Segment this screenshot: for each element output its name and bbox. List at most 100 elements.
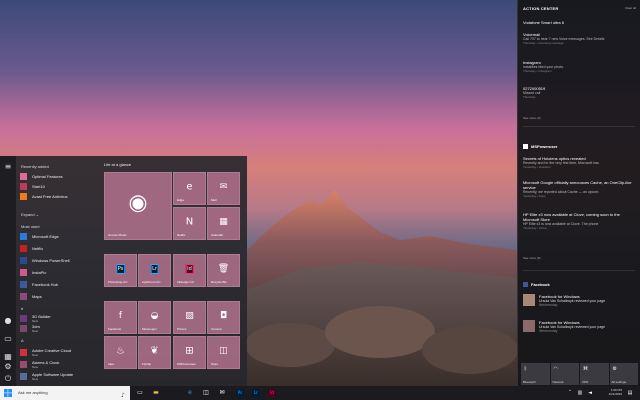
clear-all-link[interactable]: Clear all [625, 6, 636, 10]
notifications-icon[interactable]: ▤ [626, 389, 634, 397]
mail-icon[interactable]: ✉ [218, 389, 226, 397]
windows-logo-icon[interactable] [4, 389, 12, 397]
powershell-icon [20, 257, 27, 264]
app-label: 3dm [32, 323, 40, 329]
notification-item[interactable]: Voicemail Call 707 to hear 7 new Voice m… [523, 32, 637, 45]
app-item[interactable]: Alarms & Clock New [20, 360, 98, 369]
tile-flyclip[interactable]: ❦ FlyClip [138, 336, 171, 369]
notification-time: Yesterday • Clove [523, 226, 547, 230]
tile-area: Life at a glance ◉ Groove Music e Edge ✉… [100, 156, 247, 388]
app-label-group: 3dm New [32, 324, 40, 334]
tile-mspoweruser[interactable]: ⊞ MSPoweruser [173, 336, 206, 369]
tile-camera[interactable]: ◘ Camera [207, 301, 240, 334]
power-icon[interactable]: ⏻ [3, 374, 13, 384]
notification-time: Thursday [523, 95, 536, 99]
app-item[interactable]: Apple Software Update New [20, 372, 98, 381]
app-item[interactable]: 3D Builder New [20, 314, 98, 323]
app-label: Optimal Features [32, 174, 63, 179]
tile-label: FlyClip [142, 362, 152, 366]
tile-messenger[interactable]: ◒ Messenger [138, 301, 171, 334]
notification-item[interactable]: Microsoft Google officially announces Ca… [523, 180, 637, 198]
task-view-icon[interactable]: ▭ [136, 389, 144, 397]
settings-icon[interactable]: ⚙ [3, 362, 13, 372]
notification-header: Microsoft Google officially announces Ca… [523, 180, 632, 190]
search-input[interactable]: Ask me anything ♪ [0, 386, 130, 400]
volume-icon[interactable]: ◄ [586, 389, 594, 397]
quick-action-label: Network [552, 380, 564, 384]
app-item[interactable]: Adobe Creative Cloud New [20, 348, 98, 357]
lightroom-icon[interactable]: Lr [252, 389, 260, 397]
clock[interactable]: 1:09 PM 2/21/2016 [609, 388, 622, 396]
tile-facebook[interactable]: f Facebook [104, 301, 137, 334]
flame-icon: ♨ [116, 345, 125, 357]
quick-action-settings[interactable]: ⚙ All settings [609, 363, 638, 385]
network-icon[interactable]: ▥ [576, 389, 584, 397]
file-explorer-icon[interactable]: ▬ [152, 389, 160, 397]
app-item[interactable]: 3dm New [20, 324, 98, 333]
app-item[interactable]: Facebook Hub [20, 280, 98, 289]
tile-label: InDesign CC [177, 280, 195, 284]
app-label: Netflix [32, 246, 44, 251]
tile-label: Calendar [211, 233, 224, 237]
tile-mail[interactable]: ✉ Mail [207, 172, 240, 205]
app-item[interactable]: Maps [20, 292, 98, 301]
user-icon[interactable]: ● [3, 316, 13, 326]
notification-time: Yesterday • Hololens [523, 165, 551, 169]
app-item[interactable]: Start10 [20, 182, 98, 191]
app-item[interactable]: Optimal Features [20, 172, 98, 181]
tile-netflix[interactable]: N Netflix [173, 207, 206, 240]
notification-item[interactable]: Vodafone Smart ultra 6 [523, 20, 637, 25]
notification-item[interactable]: Facebook for Windows Ursula Van Schalkwy… [523, 320, 635, 333]
tile-lightroom[interactable]: Lr Lightroom CC [138, 254, 171, 287]
hash-section-label[interactable]: # [21, 306, 23, 311]
notification-item[interactable]: HP Elite x3 now available at Clove, comi… [523, 212, 637, 230]
app-item[interactable]: Netflix [20, 244, 98, 253]
tile-label: Facebook [108, 327, 122, 331]
quick-action-vpn[interactable]: ⌘ VPN [580, 363, 609, 385]
instapic-icon [20, 269, 27, 276]
tile-calendar[interactable]: ▦ Calendar [207, 207, 240, 240]
facebook-icon [523, 282, 528, 287]
facebook-header[interactable]: Facebook [523, 282, 550, 287]
notification-item[interactable]: 0272000519 Missed call Thursday [523, 86, 637, 99]
pictures-icon[interactable]: ▦ [3, 352, 13, 362]
a-section-label[interactable]: A [21, 338, 24, 343]
tile-store[interactable]: ◫ Store [207, 336, 240, 369]
tile-recycle-bin[interactable]: 🗑 Recycle Bin [207, 254, 240, 287]
document-icon[interactable]: ▭ [3, 334, 13, 344]
notification-item[interactable]: Instagram instalikes liked your photo. T… [523, 60, 637, 73]
app-label: Adobe Creative Cloud [32, 347, 72, 353]
app-item[interactable]: InstaPic [20, 268, 98, 277]
indesign-icon[interactable]: Id [268, 389, 276, 397]
tray-chevron-icon[interactable]: ˄ [566, 389, 574, 397]
edge-icon[interactable]: e [186, 389, 194, 397]
mspoweruser-header[interactable]: MSPoweruser [523, 144, 557, 149]
tile-label: Lightroom CC [142, 280, 161, 284]
lightroom-icon: Lr [150, 263, 159, 274]
quick-action-bluetooth[interactable]: ᛒ Bluetooth [521, 363, 550, 385]
notification-item[interactable]: Facebook for Windows Ursula Van Schalkwy… [523, 294, 635, 307]
tile-idea[interactable]: ♨ Idea [104, 336, 137, 369]
quick-actions: ᛒ Bluetooth ◠ Network ⌘ VPN ⚙ All settin… [521, 363, 638, 385]
microphone-icon[interactable]: ♪ [121, 389, 125, 400]
app-item[interactable]: Avast Free Antivirus [20, 192, 98, 201]
search-placeholder: Ask me anything [18, 390, 48, 395]
app-item[interactable]: Microsoft Edge [20, 232, 98, 241]
tile-groove-music[interactable]: ◉ Groove Music [104, 172, 172, 240]
tile-label: Photos [177, 327, 187, 331]
hamburger-icon[interactable]: ≡ [3, 162, 13, 172]
tile-edge[interactable]: e Edge [173, 172, 206, 205]
quick-action-network[interactable]: ◠ Network [550, 363, 579, 385]
tile-indesign[interactable]: Id InDesign CC [173, 254, 206, 287]
notification-item[interactable]: Secrets of Hololens optics revealed Rece… [523, 156, 637, 169]
app-item[interactable]: Windows PowerShell [20, 256, 98, 265]
store-icon[interactable]: ◫ [202, 389, 210, 397]
vpn-icon: ⌘ [583, 366, 588, 372]
expand-link[interactable]: Expand ⌄ [21, 212, 39, 217]
tile-photos[interactable]: ▨ Photos [173, 301, 206, 334]
divider [523, 126, 635, 127]
see-more-link[interactable]: See more (9) [523, 256, 541, 260]
see-more-link[interactable]: See more (3) [523, 116, 541, 120]
photoshop-icon[interactable]: Ps [236, 389, 244, 397]
tile-photoshop[interactable]: Ps Photoshop CC [104, 254, 137, 287]
